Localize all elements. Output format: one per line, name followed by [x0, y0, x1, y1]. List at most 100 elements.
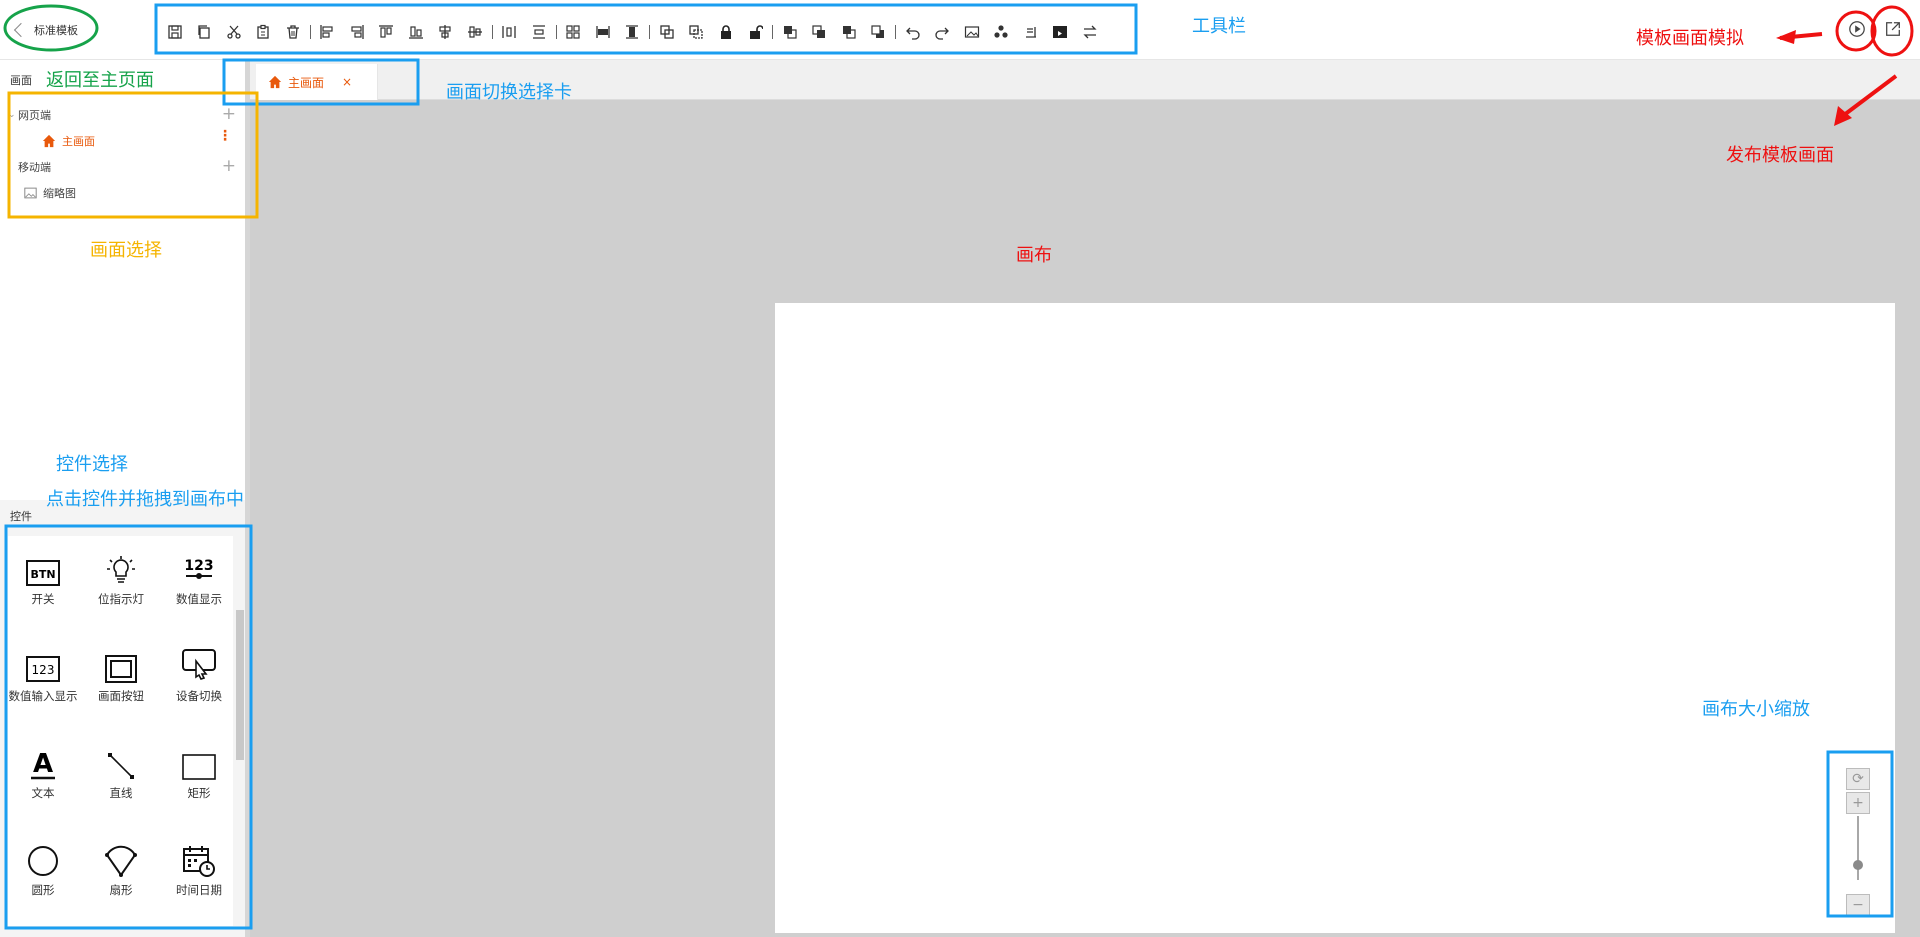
more-icon[interactable]: ⋮: [218, 129, 232, 143]
control-text[interactable]: A 文本: [8, 744, 78, 824]
tree-web-group[interactable]: ⌄ 网页端 +: [8, 102, 242, 128]
screen-tree: ⌄ 网页端 + 主画面 ⋮ 移动端 + 缩略图: [8, 102, 242, 206]
control-label: 扇形: [109, 883, 133, 897]
toolbar-separator: [309, 25, 311, 39]
annotation-canvas: 画布: [1016, 245, 1052, 266]
zoom-control: ⟳ + −: [1838, 768, 1878, 918]
annotation-simulate: 模板画面模拟: [1636, 28, 1744, 49]
distribute-h-icon[interactable]: [495, 17, 525, 47]
group-icon[interactable]: [559, 17, 589, 47]
zoom-out-button[interactable]: −: [1846, 894, 1870, 916]
control-number-input[interactable]: 123 数值输入显示: [8, 647, 78, 727]
controls-scrollbar[interactable]: [236, 600, 244, 760]
align-hcenter-icon[interactable]: [431, 17, 461, 47]
bring-front-icon[interactable]: [775, 17, 805, 47]
number-display-icon: 123: [164, 550, 233, 586]
thumbnail-icon: [24, 187, 37, 199]
publish-icon[interactable]: [1882, 18, 1904, 40]
home-icon: [268, 75, 282, 89]
back-label: 标准模板: [34, 24, 78, 37]
tab-close-icon[interactable]: ×: [342, 75, 352, 89]
sector-icon: [86, 841, 156, 877]
text-icon: A: [8, 744, 78, 780]
control-bulb[interactable]: 位指示灯: [86, 550, 156, 630]
line-icon: [86, 744, 156, 780]
scrollbar-thumb[interactable]: [236, 610, 244, 760]
import-icon[interactable]: [1016, 17, 1046, 47]
control-sector[interactable]: 扇形: [86, 841, 156, 921]
reset-zoom-icon[interactable]: ⟳: [1846, 768, 1870, 790]
btn-icon: BTN: [8, 550, 78, 586]
toolbar-separator: [895, 25, 896, 39]
control-line[interactable]: 直线: [86, 744, 156, 824]
tree-main-screen-label: 主画面: [62, 135, 95, 148]
copy-icon[interactable]: [190, 17, 220, 47]
delete-icon[interactable]: [278, 17, 308, 47]
align-vcenter-icon[interactable]: [460, 17, 490, 47]
align-bottom-icon[interactable]: [401, 17, 431, 47]
svg-text:123: 123: [184, 558, 213, 574]
back-button[interactable]: 标准模板: [10, 18, 78, 42]
unlock-icon[interactable]: [741, 17, 771, 47]
tree-mobile-group[interactable]: 移动端 +: [8, 154, 242, 180]
add-web-screen-icon[interactable]: +: [222, 106, 236, 123]
tab-main-screen[interactable]: 主画面 ×: [256, 64, 378, 100]
add-mobile-screen-icon[interactable]: +: [222, 158, 236, 175]
video-icon[interactable]: [1046, 17, 1076, 47]
align-top-icon[interactable]: [372, 17, 402, 47]
workspace: [250, 100, 1920, 937]
play-icon[interactable]: [1846, 18, 1868, 40]
control-datetime[interactable]: 时间日期: [164, 841, 233, 921]
control-btn[interactable]: BTN 开关: [8, 550, 78, 630]
rectangle-icon: [164, 744, 233, 780]
save-icon[interactable]: [160, 17, 190, 47]
lock-icon[interactable]: [711, 17, 741, 47]
tree-thumbnail-label: 缩略图: [43, 187, 76, 200]
cut-icon[interactable]: [219, 17, 249, 47]
control-number-display[interactable]: 123 数值显示: [164, 550, 233, 630]
zoom-slider-track[interactable]: [1857, 816, 1859, 880]
align-left-icon[interactable]: [313, 17, 343, 47]
datetime-icon: [164, 841, 233, 877]
svg-text:A: A: [33, 749, 53, 779]
same-height-icon[interactable]: [618, 17, 648, 47]
redo-icon[interactable]: [928, 17, 958, 47]
tree-mobile-label: 移动端: [18, 161, 51, 174]
control-label: 数值输入显示: [8, 689, 78, 703]
zoom-in-button[interactable]: +: [1846, 792, 1870, 814]
control-rectangle[interactable]: 矩形: [164, 744, 233, 824]
canvas[interactable]: [775, 303, 1895, 933]
layer-split-icon[interactable]: [682, 17, 712, 47]
control-circle[interactable]: 圆形: [8, 841, 78, 921]
toolbar-separator: [772, 25, 773, 39]
annotation-drag-hint: 点击控件并拖拽到画布中: [46, 489, 244, 510]
tree-item-thumbnail[interactable]: 缩略图: [8, 180, 242, 206]
annotation-zoom: 画布大小缩放: [1702, 699, 1810, 720]
annotation-back-home: 返回至主页面: [46, 70, 154, 91]
control-screen-button[interactable]: 画面按钮: [86, 647, 156, 727]
layer-merge-icon[interactable]: [652, 17, 682, 47]
send-backward-icon[interactable]: [834, 17, 864, 47]
components-icon[interactable]: [987, 17, 1017, 47]
swap-icon[interactable]: [1075, 17, 1105, 47]
control-device-switch[interactable]: 设备切换: [164, 647, 233, 727]
bring-forward-icon[interactable]: [805, 17, 835, 47]
screen-panel-title: 画面: [10, 74, 32, 87]
undo-icon[interactable]: [898, 17, 928, 47]
distribute-v-icon[interactable]: [524, 17, 554, 47]
tree-item-main-screen[interactable]: 主画面 ⋮: [8, 128, 242, 154]
screen-button-icon: [86, 647, 156, 683]
control-label: 设备切换: [176, 689, 222, 703]
zoom-slider-thumb[interactable]: [1853, 860, 1863, 870]
image-icon[interactable]: [957, 17, 987, 47]
same-width-icon[interactable]: [588, 17, 618, 47]
home-icon: [42, 134, 56, 148]
control-label: 时间日期: [176, 883, 222, 897]
send-back-icon[interactable]: [864, 17, 894, 47]
header-actions: [1846, 18, 1904, 40]
align-right-icon[interactable]: [342, 17, 372, 47]
paste-icon[interactable]: [249, 17, 279, 47]
control-label: 圆形: [31, 883, 55, 897]
tab-label: 主画面: [288, 75, 325, 90]
annotation-tab-switch: 画面切换选择卡: [446, 82, 572, 103]
